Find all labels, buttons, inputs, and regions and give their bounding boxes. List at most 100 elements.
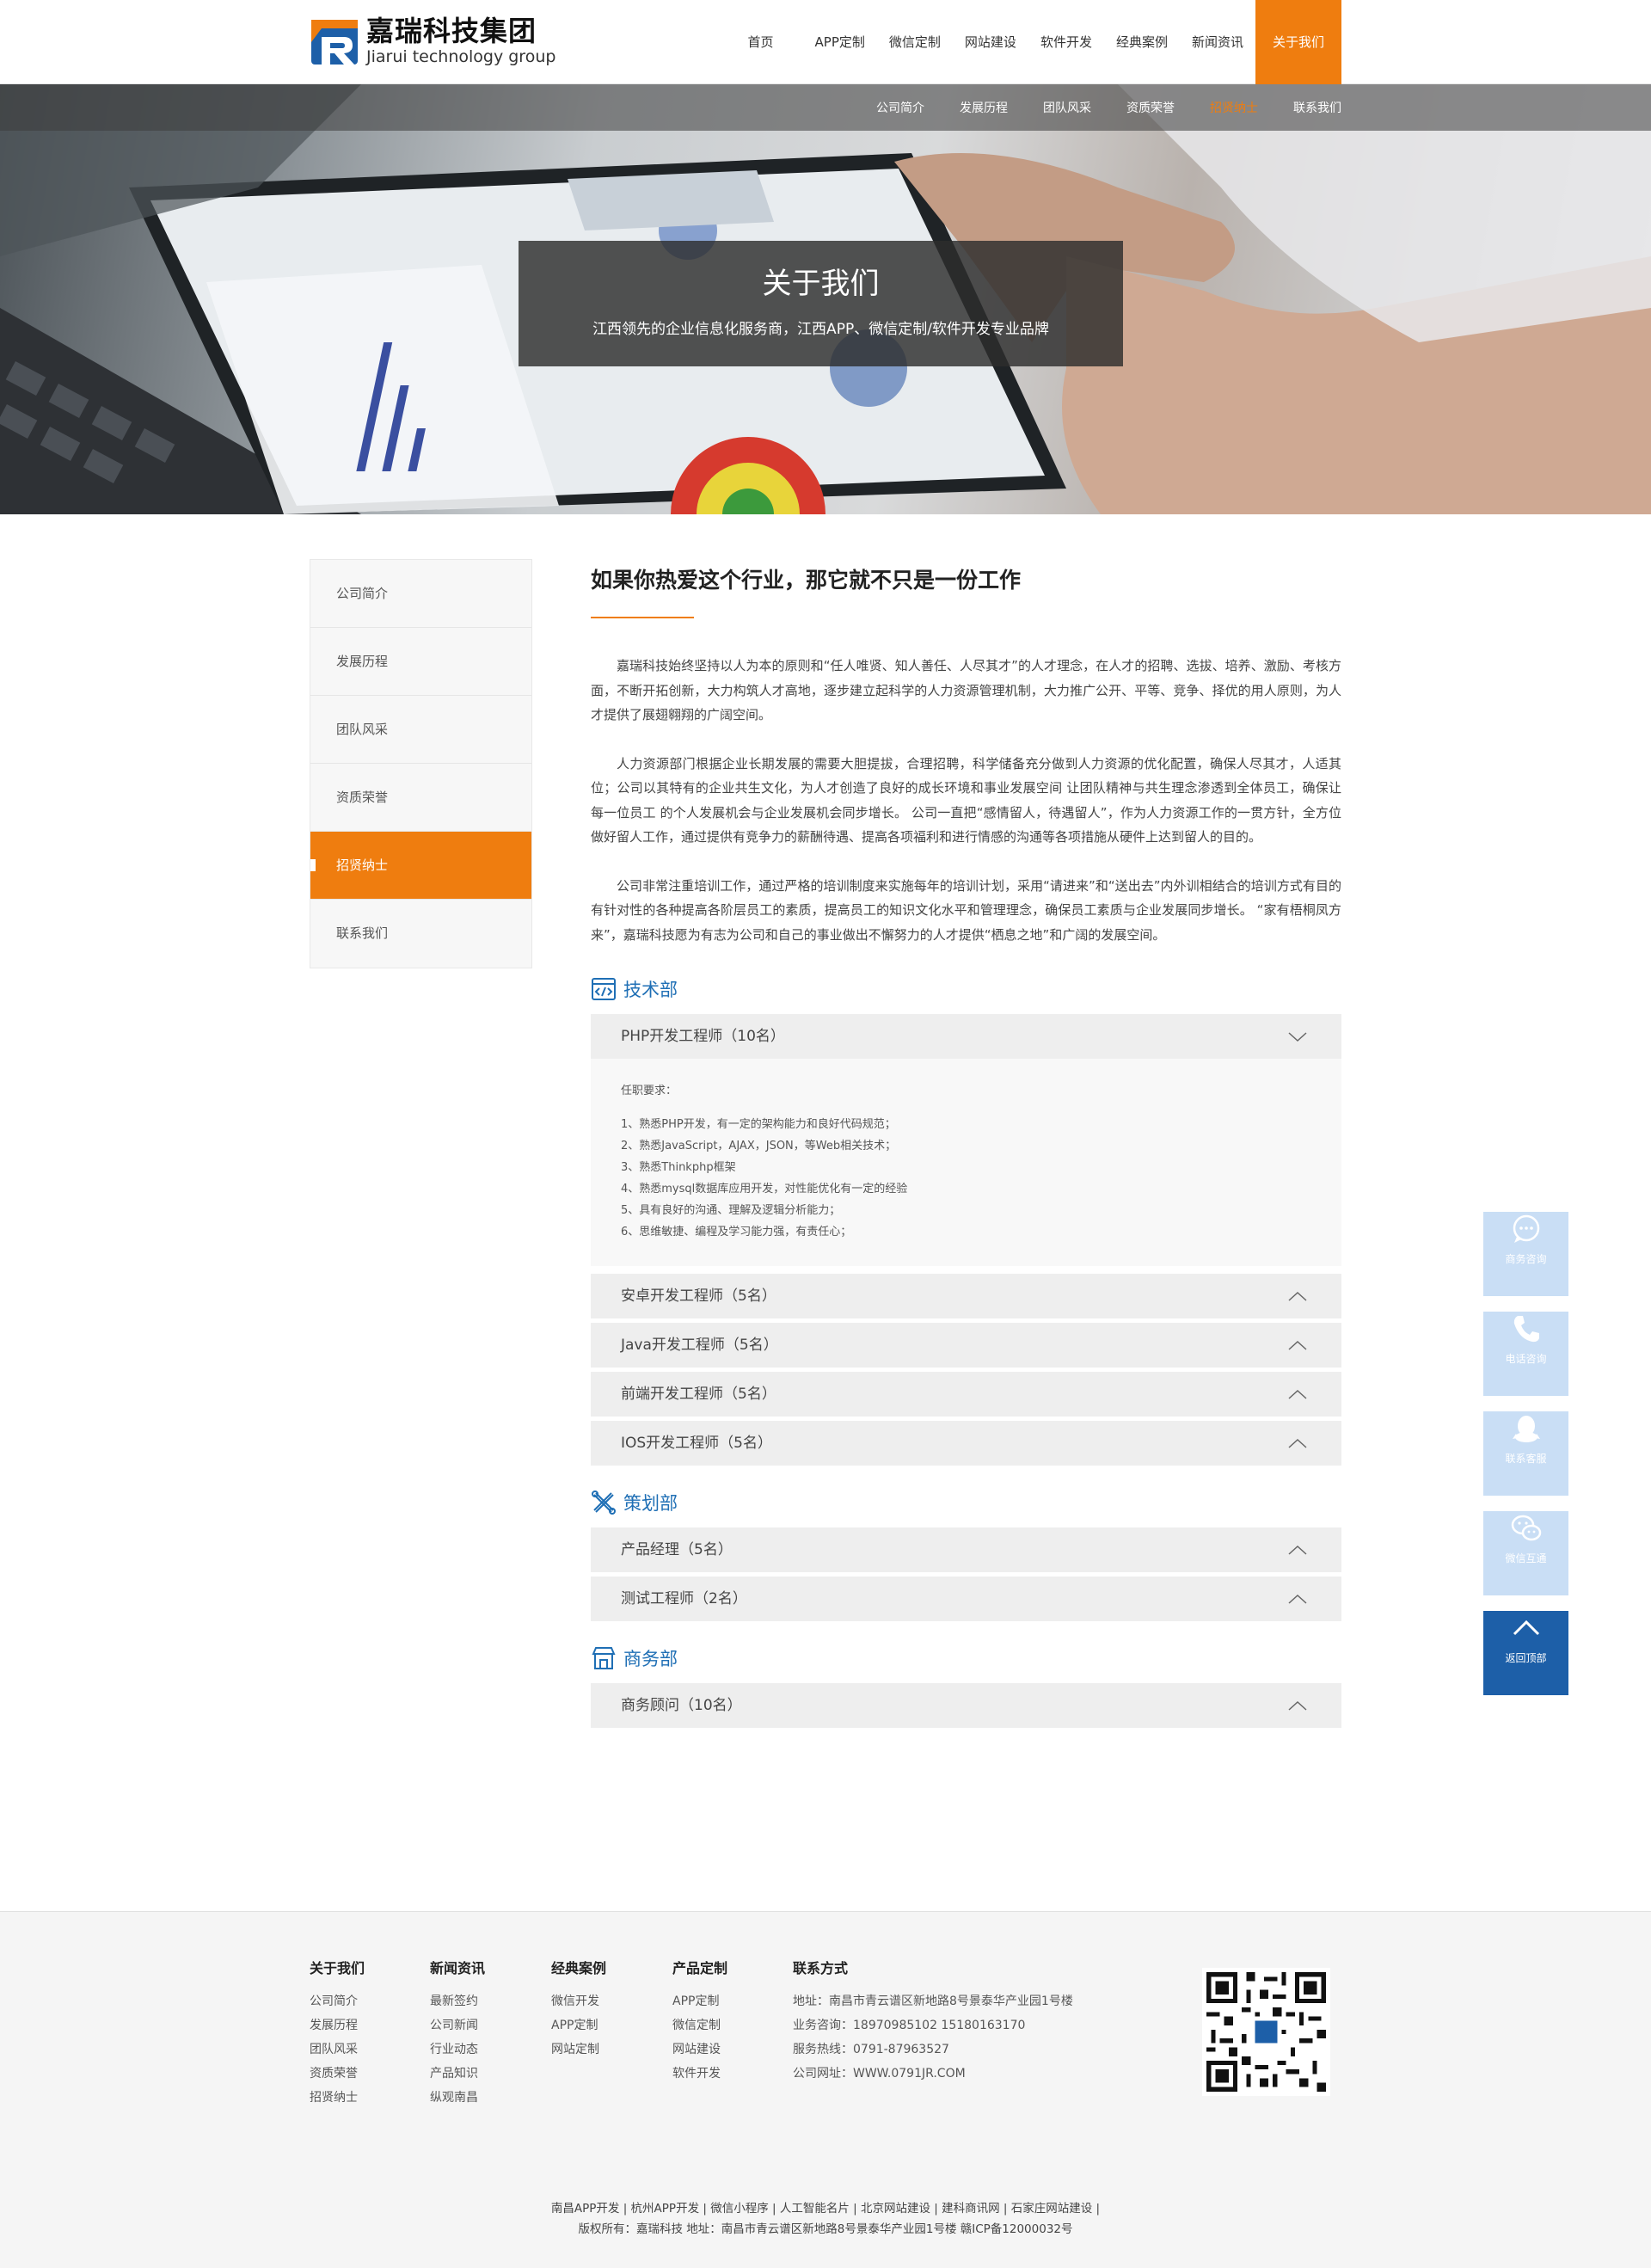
nav-item-website[interactable]: 网站建设 [953,0,1028,84]
chevron-up-icon[interactable] [1288,1289,1307,1303]
footer-col-title: 关于我们 [310,1960,365,1976]
dept-header-planning: 策划部 [591,1490,1341,1515]
nav-item-news[interactable]: 新闻资讯 [1180,0,1255,84]
float-item-back-to-top[interactable]: 返回顶部 [1483,1611,1568,1695]
footer-link[interactable]: 微信开发 [551,1989,672,2013]
footer-link[interactable]: 软件开发 [672,2062,793,2086]
job-item-business-consultant[interactable]: 商务顾问（10名） [591,1683,1341,1728]
job-item-ios[interactable]: IOS开发工程师（5名） [591,1421,1341,1466]
float-item-business-consult[interactable]: 商务咨询 [1483,1212,1568,1296]
float-item-customer-service[interactable]: 联系客服 [1483,1411,1568,1496]
footer-link[interactable]: 公司新闻 [430,2013,551,2038]
float-label: 微信互通 [1505,1552,1547,1564]
footer-col-products: 产品定制 APP定制 微信定制 网站建设 软件开发 [672,1960,793,2110]
chevron-up-icon[interactable] [1288,1436,1307,1450]
banner-subtitle: 江西领先的企业信息化服务商，江西APP、微信定制/软件开发专业品牌 [592,321,1049,338]
footer-col-title: 经典案例 [551,1960,607,1976]
footer-link[interactable]: 招贤纳士 [310,2086,430,2110]
logo-mark-icon [311,20,358,65]
chevron-up-icon[interactable] [1288,1387,1307,1401]
phone-icon [1513,1316,1539,1343]
float-item-phone[interactable]: 电话咨询 [1483,1312,1568,1396]
logo[interactable]: 嘉瑞科技集团 Jiarui technology group [310,15,555,68]
requirement-item: 3、熟悉Thinkphp框架 [621,1161,736,1174]
footer-link[interactable]: 产品知识 [430,2062,551,2086]
footer-link[interactable]: 行业动态 [430,2038,551,2062]
main-content: 如果你热爱这个行业，那它就不只是一份工作 嘉瑞科技始终坚持以人为本的原则和“任人… [591,559,1341,1732]
footer-link[interactable]: APP定制 [672,1989,793,2013]
requirement-item: 5、具有良好的沟通、理解及逻辑分析能力； [621,1204,841,1217]
job-item-php[interactable]: PHP开发工程师（10名） [591,1014,1341,1059]
sidebar-item-contact[interactable]: 联系我们 [310,900,531,968]
footer-link[interactable]: 网站定制 [551,2038,672,2062]
nav-item-home[interactable]: 首页 [736,0,803,84]
float-item-wechat[interactable]: 微信互通 [1483,1511,1568,1595]
chevron-up-icon[interactable] [1288,1699,1307,1712]
subnav-item-history[interactable]: 发展历程 [960,99,1008,116]
requirements-list: 1、熟悉PHP开发，有一定的架构能力和良好代码规范； 2、熟悉JavaScrip… [621,1114,1311,1243]
requirements-title: 任职要求： [621,1085,678,1097]
sidebar-item-honors[interactable]: 资质荣誉 [310,764,531,832]
cross-tools-icon [592,1490,616,1515]
float-label: 电话咨询 [1505,1353,1547,1365]
sidebar-item-team[interactable]: 团队风采 [310,696,531,764]
requirement-item: 1、熟悉PHP开发，有一定的架构能力和良好代码规范； [621,1118,896,1131]
nav-item-about[interactable]: 关于我们 [1255,0,1341,84]
chevron-down-icon[interactable] [1288,1030,1307,1043]
sidebar-item-careers[interactable]: 招贤纳士 [310,832,531,900]
job-item-product-manager[interactable]: 产品经理（5名） [591,1527,1341,1572]
intro-paragraph-2: 人力资源部门根据企业长期发展的需要大胆提拔，合理招聘，科学储备充分做到人力资源的… [591,755,1341,845]
footer-bottom: 南昌APP开发 | 杭州APP开发 | 微信小程序 | 人工智能名片 | 北京网… [0,2198,1651,2240]
dept-title-planning: 策划部 [623,1493,678,1514]
banner: 公司简介 发展历程 团队风采 资质荣誉 招贤纳士 联系我们 关于我们 江西领先的… [0,84,1651,514]
footer-link[interactable]: 资质荣誉 [310,2062,430,2086]
chevron-up-icon[interactable] [1288,1543,1307,1557]
nav-item-app[interactable]: APP定制 [803,0,877,84]
sidebar-item-intro[interactable]: 公司简介 [310,560,531,628]
title-underline [591,617,694,618]
job-detail-php: 任职要求： 1、熟悉PHP开发，有一定的架构能力和良好代码规范； 2、熟悉Jav… [591,1059,1341,1266]
subnav-item-honors[interactable]: 资质荣誉 [1126,99,1175,116]
chat-bubble-icon [1513,1214,1539,1243]
footer-link[interactable]: 微信定制 [672,2013,793,2038]
nav-item-cases[interactable]: 经典案例 [1104,0,1180,84]
footer-col-about: 关于我们 公司简介 发展历程 团队风采 资质荣誉 招贤纳士 [310,1960,430,2110]
dept-title-business: 商务部 [623,1649,678,1669]
footer-link[interactable]: 团队风采 [310,2038,430,2062]
nav-item-wechat[interactable]: 微信定制 [877,0,953,84]
nav-item-software[interactable]: 软件开发 [1028,0,1104,84]
footer-link[interactable]: APP定制 [551,2013,672,2038]
intro-paragraph-3: 公司非常注重培训工作，通过严格的培训制度来实施每年的培训计划，采用“请进来”和“… [591,877,1341,943]
subnav-item-intro[interactable]: 公司简介 [876,99,924,116]
footer-link[interactable]: 公司简介 [310,1989,430,2013]
chevron-up-icon[interactable] [1288,1592,1307,1606]
code-window-icon [592,978,616,1000]
contact-business-phone: 业务咨询：18970985102 15180163170 [793,2019,1026,2032]
footer-col-contact: 联系方式 地址：南昌市青云谱区新地路8号景泰华产业园1号楼 业务咨询：18970… [793,1960,1120,2110]
main-nav: 首页 APP定制 微信定制 网站建设 软件开发 经典案例 新闻资讯 关于我们 [736,0,1341,84]
page-title: 如果你热爱这个行业，那它就不只是一份工作 [591,568,1022,593]
footer-col-title: 新闻资讯 [430,1960,486,1976]
footer-col-news: 新闻资讯 最新签约 公司新闻 行业动态 产品知识 纵观南昌 [430,1960,551,2110]
arrow-up-icon [1513,1620,1539,1636]
job-title: 测试工程师（2名） [621,1590,747,1607]
footer-col-title: 联系方式 [793,1960,849,1976]
subnav-item-careers[interactable]: 招贤纳士 [1210,99,1258,116]
footer-link[interactable]: 发展历程 [310,2013,430,2038]
contact-website[interactable]: 公司网址：WWW.0791JR.COM [793,2062,1120,2086]
banner-caption: 关于我们 江西领先的企业信息化服务商，江西APP、微信定制/软件开发专业品牌 [519,241,1123,366]
footer-link[interactable]: 网站建设 [672,2038,793,2062]
subnav-item-team[interactable]: 团队风采 [1043,99,1091,116]
float-label: 联系客服 [1505,1453,1547,1465]
friend-links[interactable]: 南昌APP开发 | 杭州APP开发 | 微信小程序 | 人工智能名片 | 北京网… [0,2198,1651,2219]
job-item-tester[interactable]: 测试工程师（2名） [591,1577,1341,1621]
job-item-android[interactable]: 安卓开发工程师（5名） [591,1274,1341,1318]
footer-link[interactable]: 纵观南昌 [430,2086,551,2110]
chevron-up-icon[interactable] [1288,1338,1307,1352]
job-item-frontend[interactable]: 前端开发工程师（5名） [591,1372,1341,1417]
requirement-item: 6、思维敏捷、编程及学习能力强，有责任心； [621,1226,852,1238]
job-item-java[interactable]: Java开发工程师（5名） [591,1323,1341,1368]
subnav-item-contact[interactable]: 联系我们 [1293,99,1341,116]
sidebar-item-history[interactable]: 发展历程 [310,628,531,696]
footer-link[interactable]: 最新签约 [430,1989,551,2013]
